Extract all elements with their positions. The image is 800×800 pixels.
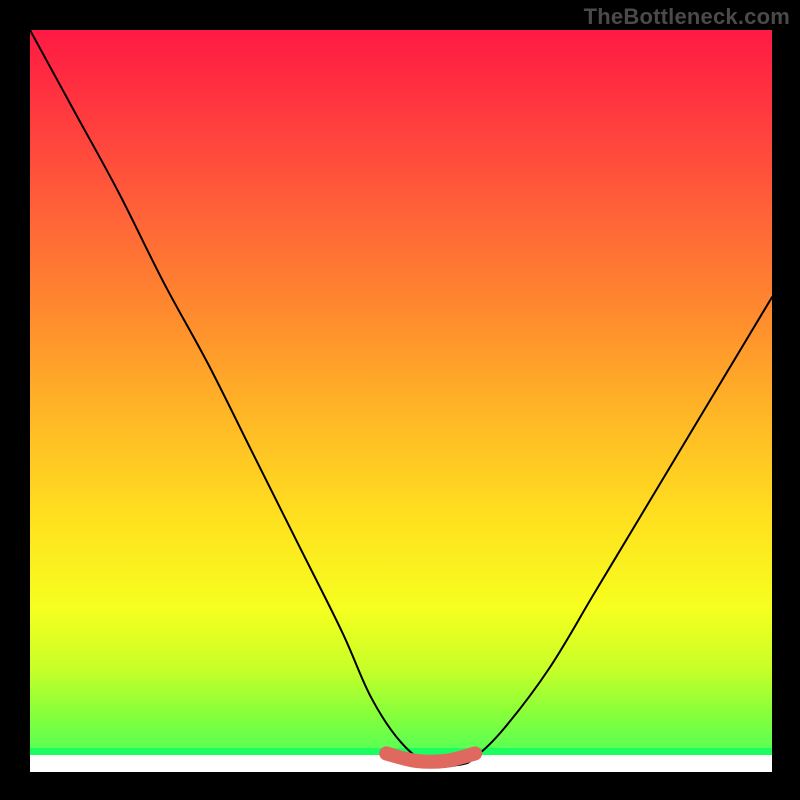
curve-layer <box>30 30 772 772</box>
watermark-text: TheBottleneck.com <box>584 4 790 30</box>
chart-frame: TheBottleneck.com <box>0 0 800 800</box>
bottleneck-curve <box>30 30 772 767</box>
white-band <box>30 755 772 772</box>
green-strip <box>30 748 772 755</box>
plot-area <box>30 30 772 772</box>
